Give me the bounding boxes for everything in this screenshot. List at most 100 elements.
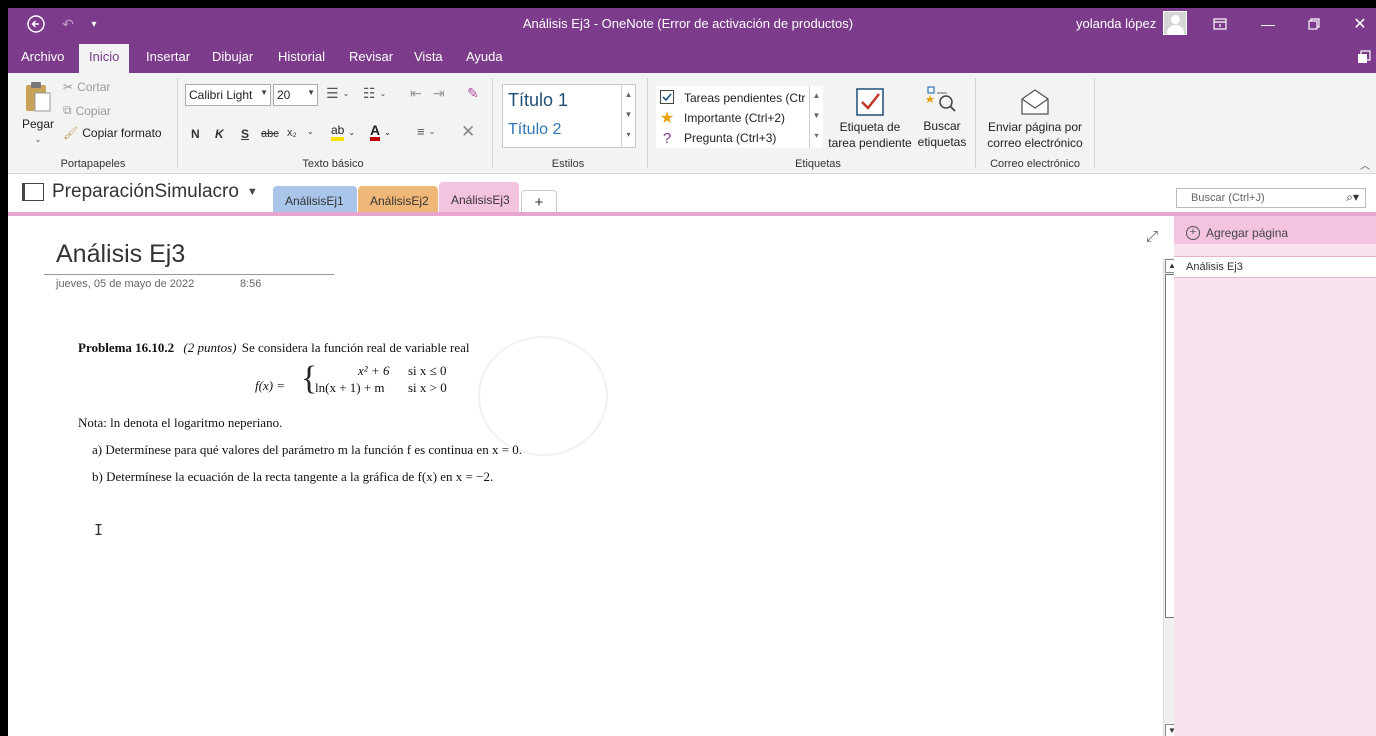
bullet-list-icon: ☰	[326, 85, 339, 101]
problem-points: (2 puntos)	[183, 340, 237, 355]
page-list-item[interactable]: Análisis Ej3	[1174, 256, 1376, 278]
format-painter-label: Copiar formato	[82, 126, 162, 140]
clear-formatting-button[interactable]: ✎	[467, 85, 479, 102]
format-painter-icon: 🖌	[63, 126, 79, 140]
tag-important[interactable]: ★ Importante (Ctrl+2)	[658, 108, 808, 128]
styles-scroll[interactable]: ▲ ▼ ▾	[621, 85, 635, 147]
chevron-down-icon: ▼	[246, 186, 258, 198]
notebook-selector[interactable]: PreparaciónSimulacro ▼	[22, 181, 258, 203]
add-page-button[interactable]: + Agregar página	[1174, 216, 1376, 244]
menu-bar: Archivo Inicio Insertar Dibujar Historia…	[8, 41, 1376, 73]
styles-gallery[interactable]: Título 1 Título 2 ▲ ▼ ▾	[502, 84, 636, 148]
decrease-indent-button[interactable]: ⇤	[410, 85, 422, 102]
tab-inicio[interactable]: Inicio	[79, 44, 130, 73]
format-painter-button[interactable]: 🖌 Copiar formato	[63, 126, 162, 140]
add-section-button[interactable]: +	[521, 190, 557, 213]
font-size-value: 20	[277, 88, 291, 102]
chevron-down-icon: ▼	[307, 88, 315, 97]
tags-gallery[interactable]: Tareas pendientes (Ctr ★ Importante (Ctr…	[656, 86, 823, 148]
search-input[interactable]: Buscar (Ctrl+J) ⌕▾	[1176, 188, 1366, 208]
section-tab-ej1[interactable]: AnálisisEj1	[273, 186, 357, 213]
problem-statement: Problema 16.10.2 (2 puntos) Se considera…	[78, 340, 470, 356]
tag-question[interactable]: ? Pregunta (Ctrl+3)	[658, 128, 808, 148]
todo-tag-button[interactable]: Etiqueta de tarea pendiente	[826, 88, 914, 151]
pages-panel: + Agregar página Análisis Ej3	[1174, 216, 1376, 736]
underline-button[interactable]: S	[241, 127, 249, 141]
page-title[interactable]: Análisis Ej3	[56, 240, 185, 269]
title-underline	[44, 274, 334, 275]
numbering-button[interactable]: ☷ ⌄	[363, 85, 386, 102]
find-tags-button[interactable]: Buscar etiquetas	[914, 85, 970, 150]
question-icon: ?	[662, 129, 672, 147]
decrease-indent-icon: ⇤	[410, 85, 422, 101]
italic-button[interactable]: K	[215, 127, 224, 141]
styles-group-label: Estilos	[551, 158, 585, 170]
separator	[975, 78, 976, 168]
notebook-icon	[22, 183, 44, 201]
font-color-icon: A	[370, 123, 381, 141]
avatar[interactable]	[1163, 11, 1187, 35]
window-title: Análisis Ej3 - OneNote (Error de activac…	[522, 16, 854, 31]
subscript-button[interactable]: x₂	[287, 127, 297, 139]
page-canvas[interactable]: Análisis Ej3 jueves, 05 de mayo de 2022 …	[8, 216, 1180, 736]
style-title-1[interactable]: Título 1	[508, 90, 568, 111]
section-tab-ej2[interactable]: AnálisisEj2	[358, 186, 438, 213]
search-icon[interactable]: ⌕▾	[1346, 190, 1359, 205]
align-button[interactable]: ≡ ⌄	[417, 124, 435, 139]
ribbon-display-options-icon[interactable]	[1210, 14, 1230, 34]
increase-indent-button[interactable]: ⇥	[433, 85, 445, 102]
tab-insertar[interactable]: Insertar	[146, 49, 190, 64]
ribbon: Pegar ⌄ ✂ Cortar ⧉ Copiar 🖌 Copiar forma…	[8, 73, 1376, 174]
separator	[177, 78, 178, 168]
tab-ayuda[interactable]: Ayuda	[466, 49, 503, 64]
expand-page-icon[interactable]: ⤢	[1146, 228, 1158, 245]
tags-scroll[interactable]: ▲ ▼ ▾	[809, 86, 823, 148]
cut-button[interactable]: ✂ Cortar	[63, 80, 110, 94]
onenote-window: ↶ ▾ Análisis Ej3 - OneNote (Error de act…	[8, 8, 1376, 736]
delete-button[interactable]: ✕	[461, 122, 475, 142]
share-icon[interactable]	[1354, 47, 1374, 67]
font-color-button[interactable]: A ⌄	[370, 123, 391, 141]
undo-icon[interactable]: ↶	[58, 14, 78, 34]
numbered-list-icon: ☷	[363, 85, 376, 101]
bold-button[interactable]: N	[191, 127, 200, 141]
paste-label: Pegar	[21, 117, 55, 131]
strikethrough-button[interactable]: abc	[261, 128, 279, 140]
close-icon[interactable]: ✕	[1350, 14, 1370, 34]
subscript-dropdown-icon[interactable]: ⌄	[307, 127, 314, 136]
section-tab-ej3[interactable]: AnálisisEj3	[439, 182, 519, 213]
separator	[647, 78, 648, 168]
checkbox-large-icon	[826, 88, 914, 116]
minimize-icon[interactable]: —	[1258, 14, 1278, 34]
tab-vista[interactable]: Vista	[414, 49, 443, 64]
problem-note: Nota: ln denota el logaritmo neperiano.	[78, 415, 283, 430]
tab-revisar[interactable]: Revisar	[349, 49, 393, 64]
font-size-combo[interactable]: 20 ▼	[273, 84, 318, 106]
highlight-button[interactable]: ab ⌄	[331, 123, 355, 141]
tab-dibujar[interactable]: Dibujar	[212, 49, 253, 64]
bullets-button[interactable]: ☰ ⌄	[326, 85, 349, 102]
tab-historial[interactable]: Historial	[278, 49, 325, 64]
case-2-expression: ln(x + 1) + m	[315, 380, 385, 395]
problem-heading: Problema 16.10.2	[78, 340, 175, 355]
plus-circle-icon: +	[1186, 226, 1200, 240]
collapse-ribbon-icon[interactable]: ︿	[1360, 157, 1370, 172]
problem-intro: Se considera la función real de variable…	[241, 340, 470, 355]
font-name-combo[interactable]: Calibri Light ▼	[185, 84, 271, 106]
title-bar: ↶ ▾ Análisis Ej3 - OneNote (Error de act…	[8, 8, 1376, 41]
copy-button[interactable]: ⧉ Copiar	[63, 103, 111, 118]
page-time: 8:56	[240, 278, 262, 290]
eraser-icon: ✎	[467, 85, 479, 101]
restore-icon[interactable]	[1304, 14, 1324, 34]
paste-button[interactable]: Pegar ⌄	[20, 81, 56, 148]
basic-text-group-label: Texto básico	[302, 158, 364, 170]
checkbox-icon	[658, 89, 676, 107]
tags-group-label: Etiquetas	[795, 158, 841, 170]
tag-todo[interactable]: Tareas pendientes (Ctr	[658, 88, 808, 108]
email-page-button[interactable]: Enviar página por correo electrónico	[980, 88, 1090, 151]
style-title-2[interactable]: Título 2	[508, 121, 561, 139]
tab-archivo[interactable]: Archivo	[21, 49, 64, 64]
user-name[interactable]: yolanda lópez	[1076, 16, 1156, 31]
quick-access-dropdown-icon[interactable]: ▾	[86, 14, 102, 34]
back-icon[interactable]	[26, 14, 46, 34]
